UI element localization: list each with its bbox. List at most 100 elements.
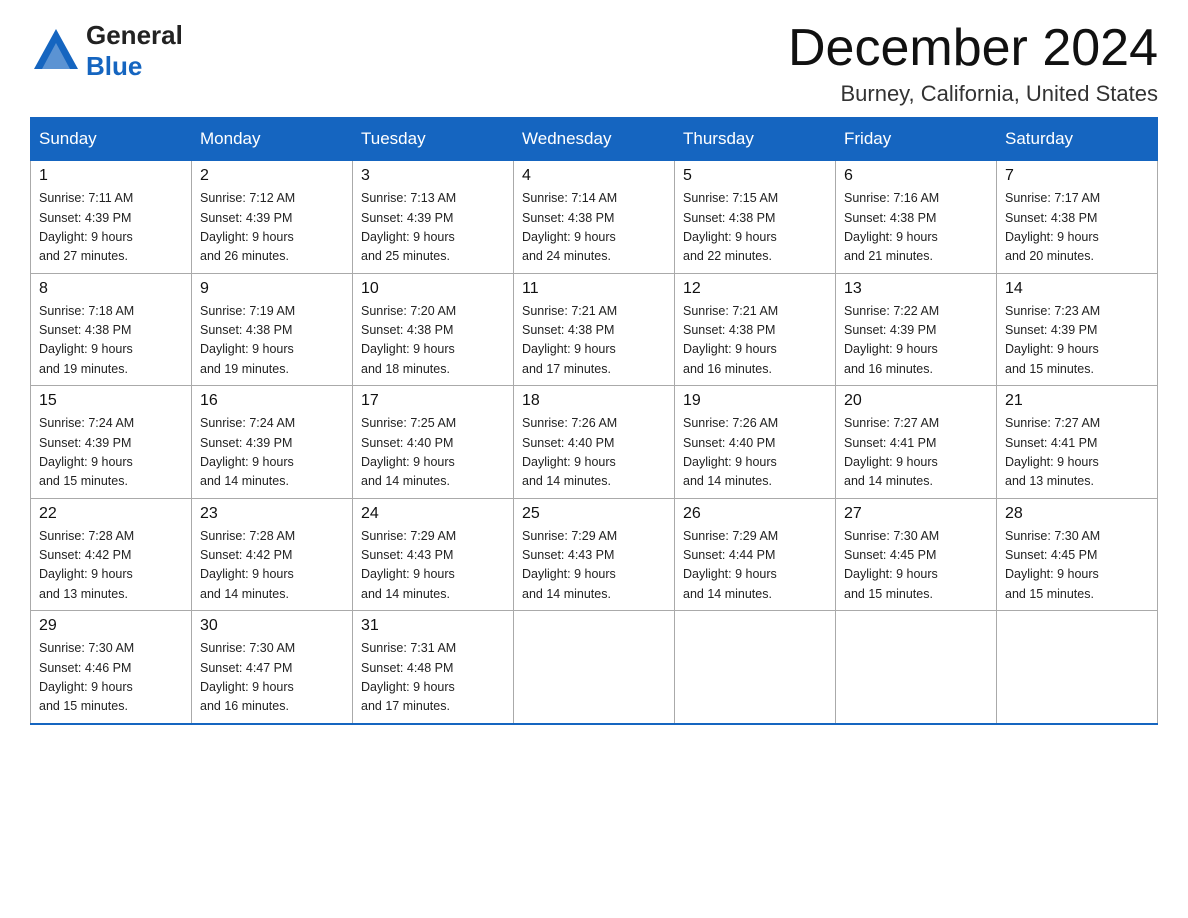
day-number: 18 [522,392,666,410]
header-saturday: Saturday [997,118,1158,160]
day-info: Sunrise: 7:11 AM Sunset: 4:39 PM Dayligh… [39,189,183,267]
day-info: Sunrise: 7:16 AM Sunset: 4:38 PM Dayligh… [844,189,988,267]
calendar-cell: 22 Sunrise: 7:28 AM Sunset: 4:42 PM Dayl… [31,498,192,611]
calendar-cell: 20 Sunrise: 7:27 AM Sunset: 4:41 PM Dayl… [836,386,997,499]
calendar-cell: 9 Sunrise: 7:19 AM Sunset: 4:38 PM Dayli… [192,273,353,386]
week-row-4: 22 Sunrise: 7:28 AM Sunset: 4:42 PM Dayl… [31,498,1158,611]
week-row-1: 1 Sunrise: 7:11 AM Sunset: 4:39 PM Dayli… [31,160,1158,273]
day-info: Sunrise: 7:24 AM Sunset: 4:39 PM Dayligh… [39,414,183,492]
day-info: Sunrise: 7:27 AM Sunset: 4:41 PM Dayligh… [844,414,988,492]
day-info: Sunrise: 7:19 AM Sunset: 4:38 PM Dayligh… [200,302,344,380]
location: Burney, California, United States [788,81,1158,107]
calendar-cell: 15 Sunrise: 7:24 AM Sunset: 4:39 PM Dayl… [31,386,192,499]
day-info: Sunrise: 7:18 AM Sunset: 4:38 PM Dayligh… [39,302,183,380]
day-info: Sunrise: 7:29 AM Sunset: 4:44 PM Dayligh… [683,527,827,605]
day-info: Sunrise: 7:26 AM Sunset: 4:40 PM Dayligh… [683,414,827,492]
day-info: Sunrise: 7:30 AM Sunset: 4:47 PM Dayligh… [200,639,344,717]
day-info: Sunrise: 7:15 AM Sunset: 4:38 PM Dayligh… [683,189,827,267]
day-number: 13 [844,280,988,298]
calendar-cell: 3 Sunrise: 7:13 AM Sunset: 4:39 PM Dayli… [353,160,514,273]
logo: General Blue [30,20,183,82]
day-info: Sunrise: 7:29 AM Sunset: 4:43 PM Dayligh… [522,527,666,605]
day-number: 5 [683,167,827,185]
calendar-cell: 10 Sunrise: 7:20 AM Sunset: 4:38 PM Dayl… [353,273,514,386]
header-sunday: Sunday [31,118,192,160]
day-number: 2 [200,167,344,185]
day-number: 27 [844,505,988,523]
day-number: 25 [522,505,666,523]
day-info: Sunrise: 7:20 AM Sunset: 4:38 PM Dayligh… [361,302,505,380]
logo-blue: Blue [86,51,183,82]
calendar-cell [514,611,675,724]
calendar-cell: 7 Sunrise: 7:17 AM Sunset: 4:38 PM Dayli… [997,160,1158,273]
calendar-cell: 8 Sunrise: 7:18 AM Sunset: 4:38 PM Dayli… [31,273,192,386]
title-section: December 2024 Burney, California, United… [788,20,1158,107]
day-info: Sunrise: 7:12 AM Sunset: 4:39 PM Dayligh… [200,189,344,267]
calendar-cell: 30 Sunrise: 7:30 AM Sunset: 4:47 PM Dayl… [192,611,353,724]
calendar-cell: 6 Sunrise: 7:16 AM Sunset: 4:38 PM Dayli… [836,160,997,273]
calendar-cell: 23 Sunrise: 7:28 AM Sunset: 4:42 PM Dayl… [192,498,353,611]
week-row-5: 29 Sunrise: 7:30 AM Sunset: 4:46 PM Dayl… [31,611,1158,724]
day-info: Sunrise: 7:27 AM Sunset: 4:41 PM Dayligh… [1005,414,1149,492]
day-info: Sunrise: 7:29 AM Sunset: 4:43 PM Dayligh… [361,527,505,605]
logo-general: General [86,20,183,51]
day-number: 10 [361,280,505,298]
calendar-cell: 31 Sunrise: 7:31 AM Sunset: 4:48 PM Dayl… [353,611,514,724]
calendar-cell: 4 Sunrise: 7:14 AM Sunset: 4:38 PM Dayli… [514,160,675,273]
day-info: Sunrise: 7:30 AM Sunset: 4:45 PM Dayligh… [844,527,988,605]
day-info: Sunrise: 7:13 AM Sunset: 4:39 PM Dayligh… [361,189,505,267]
calendar-cell: 13 Sunrise: 7:22 AM Sunset: 4:39 PM Dayl… [836,273,997,386]
day-info: Sunrise: 7:21 AM Sunset: 4:38 PM Dayligh… [522,302,666,380]
day-info: Sunrise: 7:24 AM Sunset: 4:39 PM Dayligh… [200,414,344,492]
calendar-cell: 16 Sunrise: 7:24 AM Sunset: 4:39 PM Dayl… [192,386,353,499]
calendar-cell: 26 Sunrise: 7:29 AM Sunset: 4:44 PM Dayl… [675,498,836,611]
day-number: 16 [200,392,344,410]
day-number: 17 [361,392,505,410]
calendar-cell: 21 Sunrise: 7:27 AM Sunset: 4:41 PM Dayl… [997,386,1158,499]
day-number: 20 [844,392,988,410]
calendar-cell [836,611,997,724]
month-title: December 2024 [788,20,1158,77]
day-info: Sunrise: 7:28 AM Sunset: 4:42 PM Dayligh… [200,527,344,605]
day-number: 9 [200,280,344,298]
calendar-cell: 14 Sunrise: 7:23 AM Sunset: 4:39 PM Dayl… [997,273,1158,386]
day-number: 24 [361,505,505,523]
day-number: 6 [844,167,988,185]
day-number: 28 [1005,505,1149,523]
calendar-cell: 19 Sunrise: 7:26 AM Sunset: 4:40 PM Dayl… [675,386,836,499]
week-row-2: 8 Sunrise: 7:18 AM Sunset: 4:38 PM Dayli… [31,273,1158,386]
day-number: 7 [1005,167,1149,185]
day-number: 4 [522,167,666,185]
header-thursday: Thursday [675,118,836,160]
calendar-cell: 17 Sunrise: 7:25 AM Sunset: 4:40 PM Dayl… [353,386,514,499]
day-info: Sunrise: 7:14 AM Sunset: 4:38 PM Dayligh… [522,189,666,267]
day-info: Sunrise: 7:25 AM Sunset: 4:40 PM Dayligh… [361,414,505,492]
day-info: Sunrise: 7:31 AM Sunset: 4:48 PM Dayligh… [361,639,505,717]
day-number: 19 [683,392,827,410]
day-number: 30 [200,617,344,635]
calendar-cell [675,611,836,724]
calendar-table: SundayMondayTuesdayWednesdayThursdayFrid… [30,117,1158,725]
day-number: 22 [39,505,183,523]
calendar-cell: 27 Sunrise: 7:30 AM Sunset: 4:45 PM Dayl… [836,498,997,611]
calendar-cell [997,611,1158,724]
calendar-cell: 5 Sunrise: 7:15 AM Sunset: 4:38 PM Dayli… [675,160,836,273]
header-friday: Friday [836,118,997,160]
day-number: 14 [1005,280,1149,298]
day-number: 3 [361,167,505,185]
day-number: 15 [39,392,183,410]
day-number: 21 [1005,392,1149,410]
logo-icon [30,25,82,77]
day-info: Sunrise: 7:17 AM Sunset: 4:38 PM Dayligh… [1005,189,1149,267]
header-wednesday: Wednesday [514,118,675,160]
calendar-cell: 1 Sunrise: 7:11 AM Sunset: 4:39 PM Dayli… [31,160,192,273]
day-number: 23 [200,505,344,523]
day-number: 11 [522,280,666,298]
calendar-cell: 12 Sunrise: 7:21 AM Sunset: 4:38 PM Dayl… [675,273,836,386]
header-monday: Monday [192,118,353,160]
day-info: Sunrise: 7:22 AM Sunset: 4:39 PM Dayligh… [844,302,988,380]
day-info: Sunrise: 7:26 AM Sunset: 4:40 PM Dayligh… [522,414,666,492]
day-info: Sunrise: 7:30 AM Sunset: 4:45 PM Dayligh… [1005,527,1149,605]
calendar-body: 1 Sunrise: 7:11 AM Sunset: 4:39 PM Dayli… [31,160,1158,724]
calendar-cell: 25 Sunrise: 7:29 AM Sunset: 4:43 PM Dayl… [514,498,675,611]
